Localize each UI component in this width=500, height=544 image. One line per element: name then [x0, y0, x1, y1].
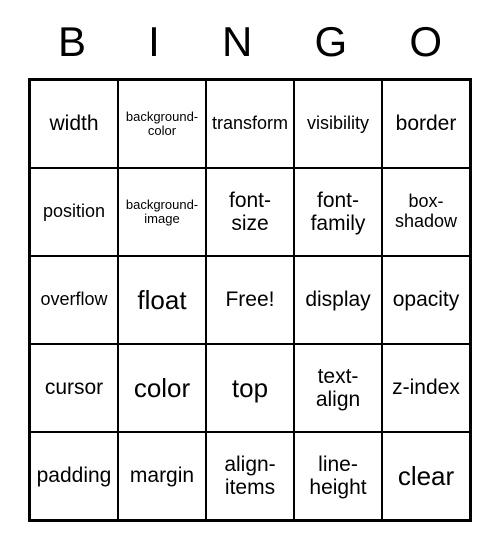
bingo-cell[interactable]: border — [382, 80, 470, 168]
bingo-cell[interactable]: font-family — [294, 168, 382, 256]
header-letter-n: N — [222, 18, 252, 66]
bingo-cell[interactable]: line-height — [294, 432, 382, 520]
bingo-cell[interactable]: float — [118, 256, 206, 344]
bingo-cell[interactable]: font-size — [206, 168, 294, 256]
bingo-cell[interactable]: box-shadow — [382, 168, 470, 256]
bingo-cell[interactable]: opacity — [382, 256, 470, 344]
bingo-cell[interactable]: visibility — [294, 80, 382, 168]
bingo-cell[interactable]: width — [30, 80, 118, 168]
bingo-cell[interactable]: padding — [30, 432, 118, 520]
bingo-cell[interactable]: cursor — [30, 344, 118, 432]
bingo-cell[interactable]: display — [294, 256, 382, 344]
bingo-cell[interactable]: align-items — [206, 432, 294, 520]
header-letter-g: G — [315, 18, 348, 66]
header-letter-b: B — [58, 18, 86, 66]
header-letter-o: O — [409, 18, 442, 66]
bingo-cell[interactable]: transform — [206, 80, 294, 168]
bingo-cell[interactable]: z-index — [382, 344, 470, 432]
bingo-cell-free[interactable]: Free! — [206, 256, 294, 344]
bingo-cell[interactable]: margin — [118, 432, 206, 520]
bingo-cell[interactable]: color — [118, 344, 206, 432]
bingo-cell[interactable]: text-align — [294, 344, 382, 432]
bingo-cell[interactable]: clear — [382, 432, 470, 520]
bingo-cell[interactable]: overflow — [30, 256, 118, 344]
header-letter-i: I — [148, 18, 160, 66]
bingo-grid: width background-color transform visibil… — [28, 78, 472, 522]
bingo-cell[interactable]: top — [206, 344, 294, 432]
bingo-cell[interactable]: position — [30, 168, 118, 256]
bingo-cell[interactable]: background-color — [118, 80, 206, 168]
bingo-cell[interactable]: background-image — [118, 168, 206, 256]
bingo-header: B I N G O — [30, 18, 470, 66]
